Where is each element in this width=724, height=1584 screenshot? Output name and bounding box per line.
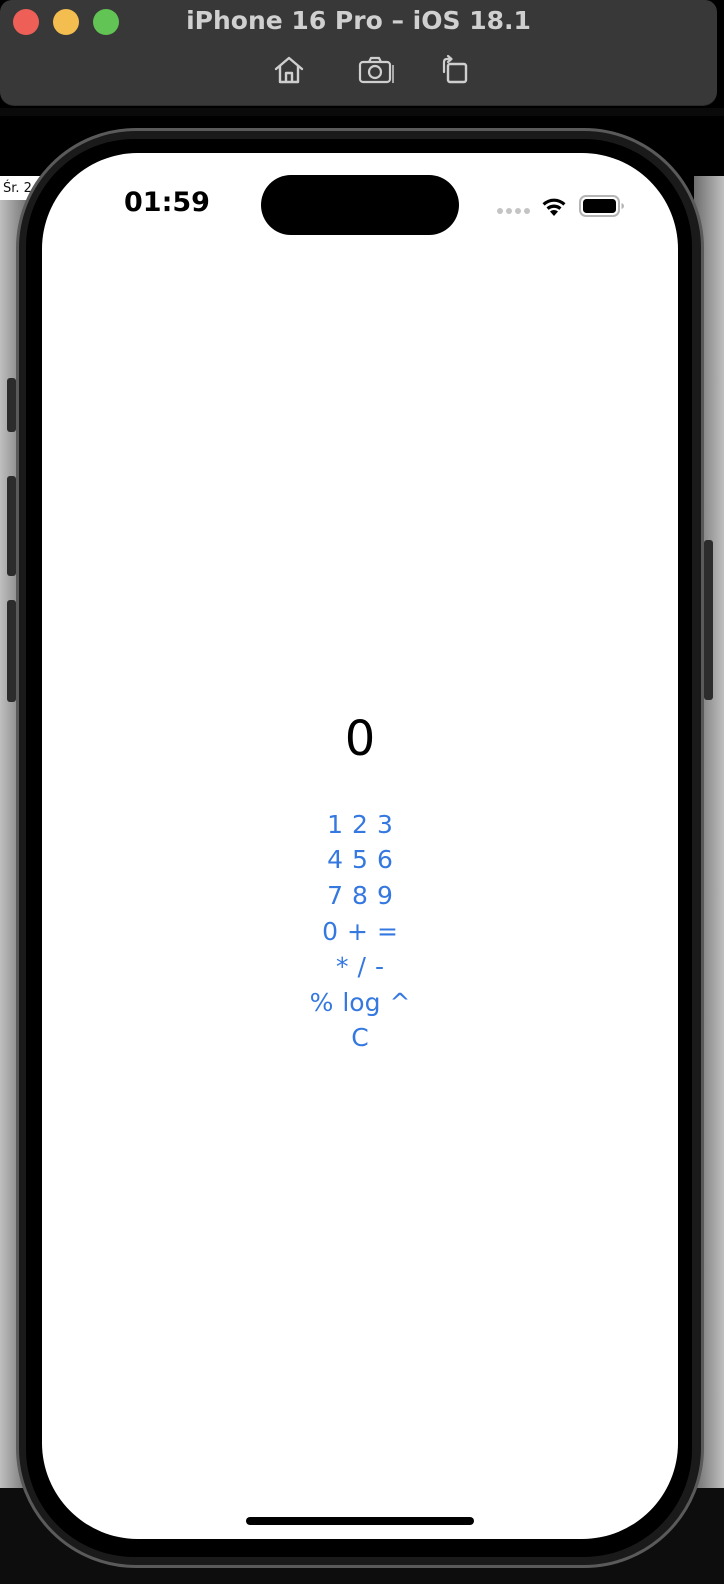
key-6-button[interactable]: 6 xyxy=(377,845,393,875)
keypad-row-5: * / - xyxy=(42,949,678,985)
simulator-titlebar: iPhone 16 Pro – iOS 18.1 xyxy=(0,0,717,106)
add-button[interactable]: + xyxy=(347,917,368,947)
divide-button[interactable]: / xyxy=(358,952,366,982)
subtract-button[interactable]: - xyxy=(375,952,384,982)
keypad-row-1: 1 2 3 xyxy=(42,807,678,843)
power-button[interactable] xyxy=(704,540,713,700)
battery-icon xyxy=(579,195,624,217)
home-indicator[interactable] xyxy=(246,1517,474,1525)
multiply-button[interactable]: * xyxy=(336,952,349,982)
key-2-button[interactable]: 2 xyxy=(352,810,368,840)
window-title: iPhone 16 Pro – iOS 18.1 xyxy=(186,6,531,35)
modulo-button[interactable]: % xyxy=(310,988,334,1018)
home-button[interactable] xyxy=(269,52,309,88)
rotate-icon xyxy=(442,54,468,84)
log-button[interactable]: log xyxy=(342,988,380,1018)
rotate-button[interactable] xyxy=(434,52,474,88)
screenshot-button[interactable] xyxy=(356,52,396,88)
backdrop-strip xyxy=(0,108,724,116)
keypad-row-6: % log ^ xyxy=(42,985,678,1021)
action-button[interactable] xyxy=(7,378,16,432)
key-8-button[interactable]: 8 xyxy=(352,881,368,911)
home-icon xyxy=(274,56,304,84)
keypad-row-2: 4 5 6 xyxy=(42,843,678,879)
key-5-button[interactable]: 5 xyxy=(352,845,368,875)
device-screen: 01:59 0 1 2 3 4 5 6 7 8 9 0 + = * / - % … xyxy=(42,153,678,1539)
key-1-button[interactable]: 1 xyxy=(327,810,343,840)
wifi-icon xyxy=(542,198,566,216)
cellular-signal-icon xyxy=(497,208,530,214)
keypad-row-3: 7 8 9 xyxy=(42,878,678,914)
dynamic-island xyxy=(261,175,459,235)
key-0-button[interactable]: 0 xyxy=(322,917,338,947)
volume-down-button[interactable] xyxy=(7,600,16,702)
keypad-row-7: C xyxy=(42,1021,678,1057)
key-3-button[interactable]: 3 xyxy=(377,810,393,840)
keypad-row-4: 0 + = xyxy=(42,914,678,950)
calculator-keypad: 1 2 3 4 5 6 7 8 9 0 + = * / - % log ^ C xyxy=(42,807,678,1056)
camera-icon xyxy=(358,56,394,84)
equals-button[interactable]: = xyxy=(377,917,398,947)
status-time: 01:59 xyxy=(124,187,210,218)
key-4-button[interactable]: 4 xyxy=(327,845,343,875)
key-9-button[interactable]: 9 xyxy=(377,881,393,911)
calculator-display: 0 xyxy=(344,711,376,767)
key-7-button[interactable]: 7 xyxy=(327,881,343,911)
power-operator-button[interactable]: ^ xyxy=(389,988,410,1018)
volume-up-button[interactable] xyxy=(7,476,16,576)
clear-button[interactable]: C xyxy=(351,1023,368,1053)
